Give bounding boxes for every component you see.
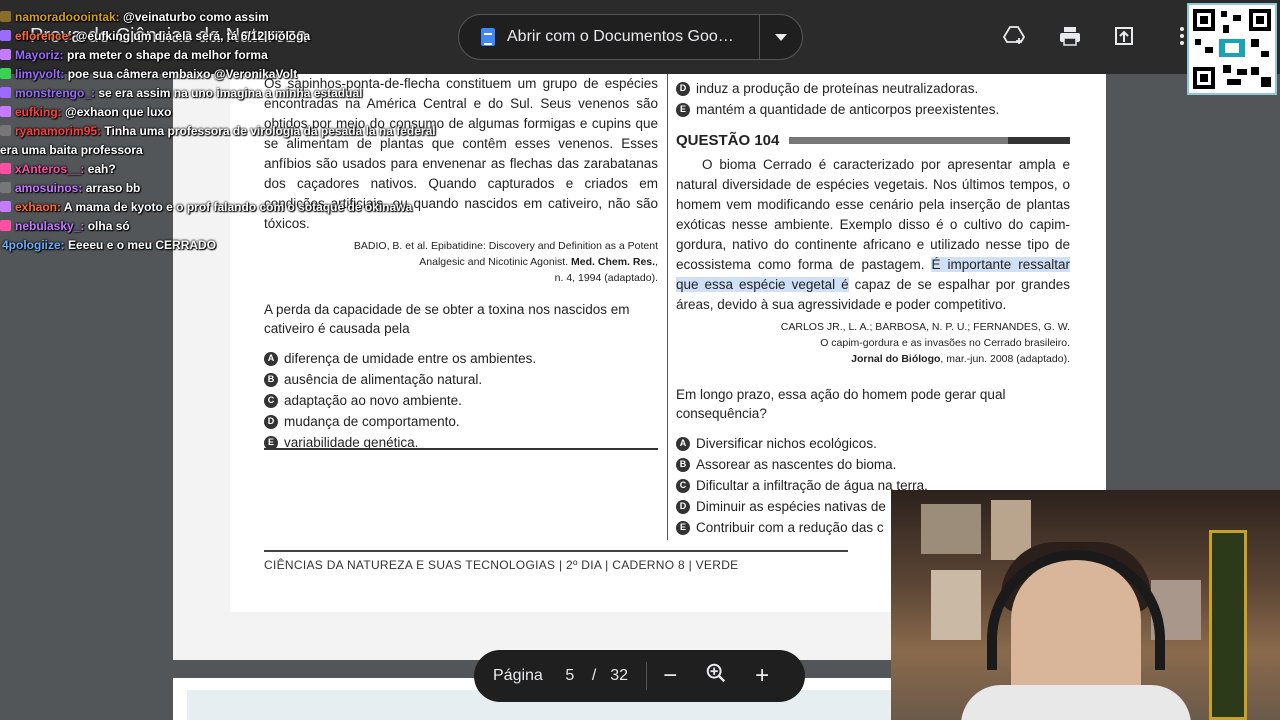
page-separator: / <box>591 667 597 684</box>
chat-message: xAnteros__: eah? <box>0 160 470 179</box>
print-icon[interactable] <box>1058 24 1082 48</box>
zoom-icon[interactable] <box>693 662 739 691</box>
page-number-input[interactable]: 5 <box>562 667 578 685</box>
stream-chat-overlay: namoradooointak: @veinaturbo como assim … <box>0 8 470 255</box>
badge-icon <box>0 49 11 60</box>
question-number: QUESTÃO 104 <box>676 132 780 149</box>
add-to-drive-icon[interactable] <box>1002 24 1026 48</box>
answer-option: A Diversificar nichos ecológicos. <box>676 433 1070 454</box>
badge-icon <box>0 163 11 174</box>
chat-message: exhaon: A mama de kyoto e o prof falando… <box>0 198 470 217</box>
badge-icon <box>0 30 11 41</box>
question-stem: A perda da capacidade de se obter a toxi… <box>264 302 630 336</box>
badge-icon <box>0 11 11 22</box>
badge-icon <box>0 106 11 117</box>
citation-line: Jornal do Biólogo, mar.-jun. 2008 (adapt… <box>851 353 1070 365</box>
answer-option: Dmudança de comportamento. <box>264 411 658 432</box>
right-column: Dinduz a produção de proteínas neutraliz… <box>676 74 1070 538</box>
citation-line: O capim-gordura e as invasões no Cerrado… <box>820 337 1070 349</box>
badge-icon <box>0 68 11 79</box>
chat-message: namoradooointak: @veinaturbo como assim <box>0 8 470 27</box>
badge-icon <box>0 182 11 193</box>
badge-icon <box>0 125 11 136</box>
badge-icon <box>0 201 11 212</box>
badge-icon <box>0 220 11 231</box>
answer-option: Emantém a quantidade de anticorpos preex… <box>676 99 1070 120</box>
webcam-overlay <box>891 490 1280 720</box>
page-footer: CIÊNCIAS DA NATUREZA E SUAS TECNOLOGIAS … <box>264 550 848 572</box>
google-docs-icon <box>481 28 495 46</box>
chat-message: ryanamorim95: Tinha uma professora de vi… <box>0 122 470 141</box>
chat-message: era uma baita professora <box>0 143 143 157</box>
previous-answer-options: Dinduz a produção de proteínas neutraliz… <box>676 78 1070 120</box>
citation-line: CARLOS JR., L. A.; BARBOSA, N. P. U.; FE… <box>780 321 1070 333</box>
zoom-in-button[interactable]: + <box>739 662 785 690</box>
answer-options: Adiferença de umidade entre os ambientes… <box>264 348 658 453</box>
page-footer-text: CIÊNCIAS DA NATUREZA E SUAS TECNOLOGIAS … <box>264 558 739 572</box>
chat-message: 4pologiize: Eeeeu e o meu CERRADO <box>2 238 217 252</box>
question-stem: Em longo prazo, essa ação do homem pode … <box>676 387 1006 421</box>
chat-message: nebulasky_: olha só <box>0 217 470 236</box>
zoom-out-button[interactable]: − <box>647 662 693 690</box>
citation-line: Analgesic and Nicotinic Agonist. Med. Ch… <box>419 256 658 268</box>
question-header: QUESTÃO 104 <box>676 132 1070 149</box>
page-controls: Página 5 / 32 − + <box>474 650 805 702</box>
chat-message: limyvolt: poe sua câmera embaixo @Veroni… <box>0 65 470 84</box>
answer-option: Adiferença de umidade entre os ambientes… <box>264 348 658 369</box>
page-total: 32 <box>610 667 629 684</box>
answer-option: Bausência de alimentação natural. <box>264 369 658 390</box>
question-header-bar <box>789 137 1070 144</box>
chat-message: eufking: @exhaon que luxo <box>0 103 470 122</box>
answer-option: Cadaptação ao novo ambiente. <box>264 390 658 411</box>
column-divider <box>667 74 668 540</box>
chat-message: amosuinos: arraso bb <box>0 179 470 198</box>
open-in-new-icon[interactable] <box>1112 24 1136 48</box>
open-with-docs-button[interactable]: Abrir com o Documentos Goo… <box>458 14 803 60</box>
badge-icon <box>0 87 11 98</box>
chat-message: Mayoriz: pra meter o shape da melhor for… <box>0 46 470 65</box>
chat-message: eflorence: @eufking um dia ela será, tá … <box>0 27 470 46</box>
answer-option: B Assorear as nascentes do bioma. <box>676 454 1070 475</box>
page-label: Página <box>493 667 543 684</box>
question-end-rule <box>264 448 658 450</box>
citation: CARLOS JR., L. A.; BARBOSA, N. P. U.; FE… <box>676 319 1070 367</box>
chat-message: monstrengo_: se era assim na uno imagina… <box>0 84 470 103</box>
open-with-label: Abrir com o Documentos Goo… <box>507 28 734 45</box>
chevron-down-icon[interactable] <box>760 33 802 41</box>
qr-code-image <box>1187 3 1277 95</box>
passage-text: O bioma Cerrado é caracterizado por apre… <box>676 157 1070 312</box>
answer-option: Dinduz a produção de proteínas neutraliz… <box>676 78 1070 99</box>
citation-line: n. 4, 1994 (adaptado). <box>554 272 658 284</box>
